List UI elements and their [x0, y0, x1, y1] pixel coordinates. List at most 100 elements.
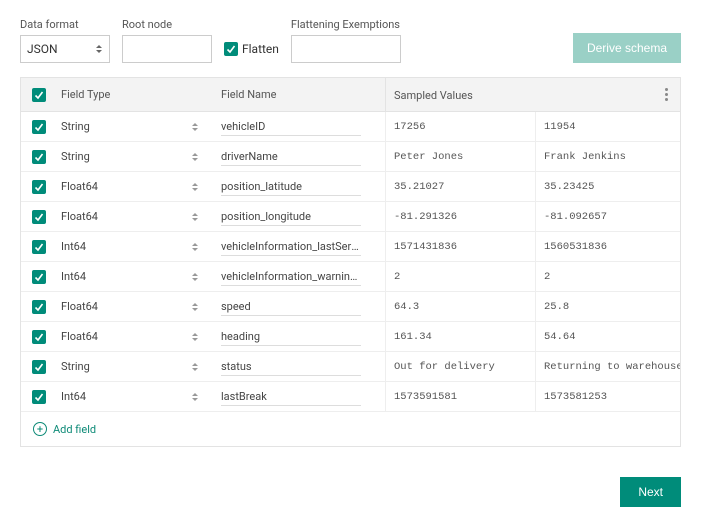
table-row: Float64 -81.291326-81.092657	[21, 202, 680, 232]
updown-icon	[191, 330, 199, 344]
updown-icon	[191, 150, 199, 164]
field-name-input[interactable]	[221, 328, 361, 346]
field-name-input[interactable]	[221, 388, 361, 406]
field-type-select[interactable]: Float64	[57, 330, 217, 344]
sample-value-1: -81.291326	[385, 202, 535, 231]
sample-value-1: 161.34	[385, 322, 535, 351]
field-name-input[interactable]	[221, 358, 361, 376]
flatten-group: Flatten	[224, 35, 279, 63]
field-type-select[interactable]: Int64	[57, 240, 217, 254]
field-type-select[interactable]: String	[57, 360, 217, 374]
field-name-input[interactable]	[221, 178, 361, 196]
check-icon	[34, 122, 44, 132]
check-icon	[34, 242, 44, 252]
sample-value-1: Peter Jones	[385, 142, 535, 171]
field-type-value: Int64	[61, 240, 191, 253]
flatten-checkbox[interactable]	[224, 42, 238, 56]
check-icon	[34, 90, 44, 100]
field-type-select[interactable]: Float64	[57, 180, 217, 194]
row-check-cell	[21, 270, 57, 284]
row-checkbox[interactable]	[32, 240, 46, 254]
table-row: String Peter JonesFrank Jenkins	[21, 142, 680, 172]
row-checkbox[interactable]	[32, 120, 46, 134]
field-name-input[interactable]	[221, 118, 361, 136]
sample-value-1: 64.3	[385, 292, 535, 321]
root-node-input-wrap	[122, 35, 212, 63]
field-name-input[interactable]	[221, 148, 361, 166]
row-checkbox[interactable]	[32, 360, 46, 374]
field-name-cell	[217, 118, 385, 136]
data-format-label: Data format	[20, 18, 110, 31]
field-type-value: String	[61, 360, 191, 373]
header-menu-cell	[652, 88, 680, 101]
sample-value-2: 1573581253	[535, 382, 680, 411]
sample-value-1: 1571431836	[385, 232, 535, 261]
check-icon	[226, 44, 236, 54]
select-all-checkbox[interactable]	[32, 88, 46, 102]
next-button[interactable]: Next	[620, 477, 681, 507]
row-checkbox[interactable]	[32, 150, 46, 164]
table-row: String1725611954	[21, 112, 680, 142]
check-icon	[34, 362, 44, 372]
row-checkbox[interactable]	[32, 390, 46, 404]
sample-value-1: 2	[385, 262, 535, 291]
field-type-select[interactable]: Float64	[57, 300, 217, 314]
updown-icon	[191, 210, 199, 224]
header-field-name-cell: Field Name	[217, 88, 385, 101]
field-name-cell	[217, 148, 385, 166]
exemptions-input-wrap	[291, 35, 401, 63]
kebab-icon[interactable]	[665, 88, 668, 101]
table-header: Field Type Field Name Sampled Values	[21, 78, 680, 112]
table-row: Int6422	[21, 262, 680, 292]
exemptions-input[interactable]	[298, 42, 394, 56]
table-row: Float6435.2102735.23425	[21, 172, 680, 202]
table-row: StringOut for deliveryReturning to wareh…	[21, 352, 680, 382]
row-check-cell	[21, 360, 57, 374]
field-type-value: Float64	[61, 180, 191, 193]
field-name-input[interactable]	[221, 208, 361, 226]
row-checkbox[interactable]	[32, 210, 46, 224]
field-name-cell	[217, 178, 385, 196]
updown-icon	[191, 300, 199, 314]
field-type-select[interactable]: Float64	[57, 210, 217, 224]
check-icon	[34, 392, 44, 402]
row-check-cell	[21, 390, 57, 404]
field-type-select[interactable]: Int64	[57, 390, 217, 404]
field-name-input[interactable]	[221, 238, 361, 256]
sample-value-1: 35.21027	[385, 172, 535, 201]
row-check-cell	[21, 180, 57, 194]
field-name-cell	[217, 298, 385, 316]
exemptions-label: Flattening Exemptions	[291, 18, 401, 31]
header-field-type-label: Field Type	[61, 88, 110, 101]
field-type-select[interactable]: String	[57, 150, 217, 164]
derive-schema-button[interactable]: Derive schema	[573, 33, 681, 63]
field-type-value: Float64	[61, 210, 191, 223]
row-check-cell	[21, 120, 57, 134]
updown-icon	[191, 390, 199, 404]
root-node-input[interactable]	[129, 42, 205, 56]
table-body: String1725611954StringPeter JonesFrank J…	[21, 112, 680, 412]
check-icon	[34, 332, 44, 342]
data-format-select[interactable]: JSON	[20, 35, 110, 63]
sample-value-2: -81.092657	[535, 202, 680, 231]
check-icon	[34, 182, 44, 192]
row-checkbox[interactable]	[32, 330, 46, 344]
row-checkbox[interactable]	[32, 270, 46, 284]
field-type-value: Int64	[61, 390, 191, 403]
row-checkbox[interactable]	[32, 300, 46, 314]
field-type-select[interactable]: String	[57, 120, 217, 134]
table-row: Float64161.3454.64	[21, 322, 680, 352]
field-type-select[interactable]: Int64	[57, 270, 217, 284]
field-name-input[interactable]	[221, 268, 361, 286]
row-checkbox[interactable]	[32, 180, 46, 194]
schema-table: Field Type Field Name Sampled Values Str…	[20, 77, 681, 447]
sample-value-2: 1560531836	[535, 232, 680, 261]
sample-value-1: 1573591581	[385, 382, 535, 411]
sample-value-2: Returning to warehouse	[535, 352, 680, 381]
field-name-input[interactable]	[221, 298, 361, 316]
field-name-cell	[217, 358, 385, 376]
field-name-cell	[217, 238, 385, 256]
root-node-label: Root node	[122, 18, 212, 31]
sample-value-2: Frank Jenkins	[535, 142, 680, 171]
add-field-button[interactable]: + Add field	[21, 412, 680, 446]
